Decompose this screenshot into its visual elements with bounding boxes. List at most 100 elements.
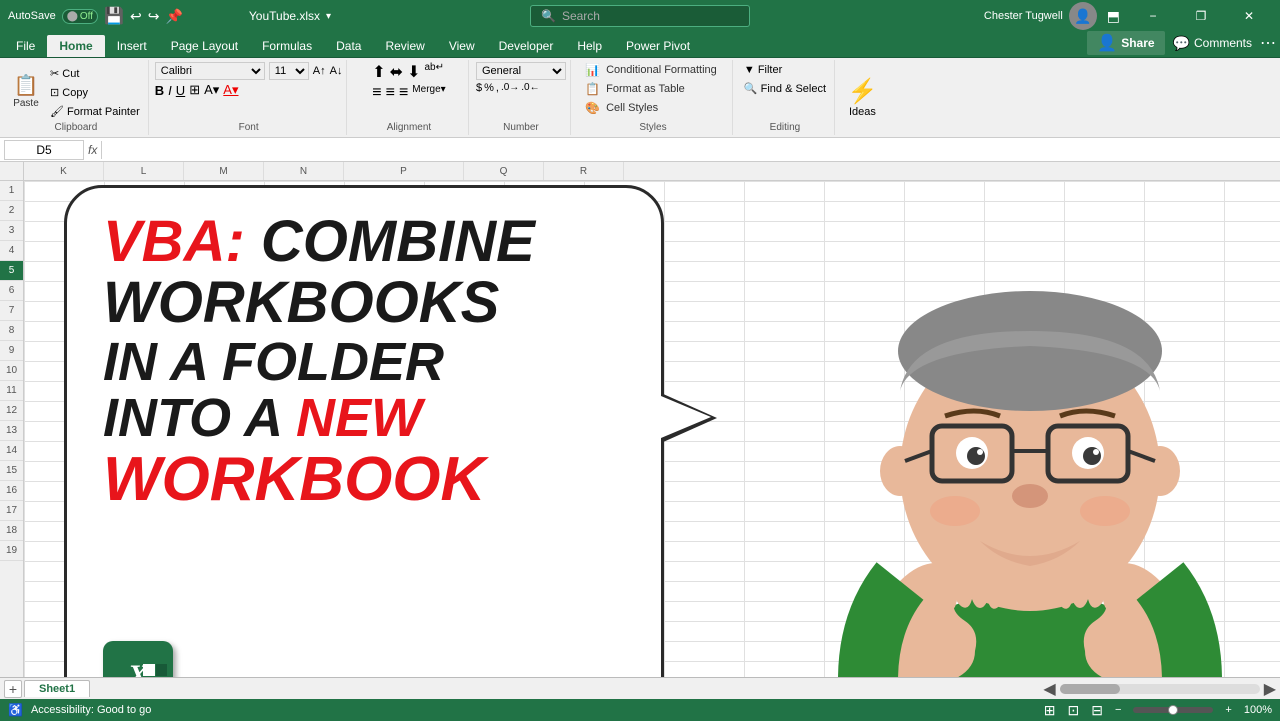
row-num-16[interactable]: 16: [0, 481, 23, 501]
percent-button[interactable]: %: [484, 82, 494, 94]
wrap-text-icon[interactable]: ab↵: [424, 62, 444, 82]
align-middle-icon[interactable]: ⬌: [390, 62, 403, 82]
undo-icon[interactable]: ↩: [130, 8, 142, 25]
decrease-font-icon[interactable]: A↓: [330, 65, 343, 77]
align-bottom-icon[interactable]: ⬇: [407, 62, 420, 82]
increase-decimal-button[interactable]: .0→: [501, 82, 519, 94]
row-num-4[interactable]: 4: [0, 241, 23, 261]
font-family-select[interactable]: Calibri: [155, 62, 265, 80]
cell-styles-button[interactable]: Cell Styles: [602, 100, 662, 116]
col-header-r[interactable]: R: [544, 162, 624, 180]
cell-reference[interactable]: [4, 140, 84, 160]
cut-button[interactable]: ✂ Cut: [46, 65, 144, 82]
row-num-3[interactable]: 3: [0, 221, 23, 241]
window-controls[interactable]: − ❐ ✕: [1130, 0, 1272, 32]
row-num-2[interactable]: 2: [0, 201, 23, 221]
row-num-1[interactable]: 1: [0, 181, 23, 201]
align-top-icon[interactable]: ⬆: [372, 62, 385, 82]
formula-input[interactable]: [106, 141, 1276, 159]
autosave-toggle[interactable]: ⬤ Off: [62, 9, 98, 24]
tab-page-layout[interactable]: Page Layout: [159, 35, 250, 57]
align-center-icon[interactable]: ≡: [386, 84, 395, 102]
ideas-group[interactable]: ⚡ Ideas: [837, 60, 887, 135]
zoom-in-icon[interactable]: +: [1225, 704, 1231, 716]
row-num-6[interactable]: 6: [0, 281, 23, 301]
copy-button[interactable]: ⊡ Copy: [46, 84, 144, 101]
row-num-5[interactable]: 5: [0, 261, 23, 281]
comma-button[interactable]: ,: [496, 82, 499, 94]
row-num-18[interactable]: 18: [0, 521, 23, 541]
restore-button[interactable]: ❐: [1178, 0, 1224, 32]
decrease-decimal-button[interactable]: .0←: [521, 82, 539, 94]
minimize-button[interactable]: −: [1130, 0, 1176, 32]
border-button[interactable]: ⊞: [189, 82, 200, 98]
row-num-12[interactable]: 12: [0, 401, 23, 421]
currency-button[interactable]: $: [476, 82, 482, 94]
share-button[interactable]: 👤 Share: [1087, 31, 1164, 55]
dropdown-arrow-icon[interactable]: ▾: [326, 11, 331, 22]
font-color-button[interactable]: A▾: [223, 82, 238, 98]
font-size-select[interactable]: 11: [269, 62, 309, 80]
tab-view[interactable]: View: [437, 35, 487, 57]
col-header-l[interactable]: L: [104, 162, 184, 180]
horizontal-scrollbar[interactable]: ◀ ▶: [94, 679, 1280, 699]
tab-data[interactable]: Data: [324, 35, 373, 57]
zoom-thumb[interactable]: [1168, 705, 1178, 715]
view-break-icon[interactable]: ⊟: [1091, 702, 1103, 719]
row-num-11[interactable]: 11: [0, 381, 23, 401]
fill-color-button[interactable]: A▾: [204, 82, 219, 98]
redo-icon[interactable]: ↪: [148, 8, 160, 25]
bold-button[interactable]: B: [155, 83, 164, 98]
tab-review[interactable]: Review: [373, 35, 436, 57]
tab-power-pivot[interactable]: Power Pivot: [614, 35, 702, 57]
pin-icon[interactable]: 📌: [165, 8, 182, 25]
row-num-10[interactable]: 10: [0, 361, 23, 381]
scroll-thumb[interactable]: [1060, 684, 1120, 694]
scroll-right-icon[interactable]: ▶: [1264, 679, 1276, 699]
sheet-tab-sheet1[interactable]: Sheet1: [24, 680, 90, 697]
scroll-track[interactable]: [1060, 684, 1260, 694]
col-header-m[interactable]: M: [184, 162, 264, 180]
tab-formulas[interactable]: Formulas: [250, 35, 324, 57]
conditional-formatting-button[interactable]: Conditional Formatting: [602, 62, 721, 78]
collapse-ribbon-icon[interactable]: ⬒: [1107, 8, 1120, 25]
italic-button[interactable]: I: [168, 83, 172, 98]
add-sheet-button[interactable]: +: [4, 680, 22, 698]
col-header-n[interactable]: N: [264, 162, 344, 180]
underline-button[interactable]: U: [176, 83, 185, 98]
row-num-19[interactable]: 19: [0, 541, 23, 561]
avatar[interactable]: 👤: [1069, 2, 1097, 30]
row-num-13[interactable]: 13: [0, 421, 23, 441]
find-select-button[interactable]: 🔍 Find & Select: [740, 80, 830, 97]
tab-insert[interactable]: Insert: [105, 35, 159, 57]
format-painter-button[interactable]: 🖌 Format Painter: [46, 103, 144, 120]
align-left-icon[interactable]: ≡: [372, 84, 381, 102]
row-num-8[interactable]: 8: [0, 321, 23, 341]
comments-button[interactable]: 💬 Comments: [1173, 35, 1252, 52]
increase-font-icon[interactable]: A↑: [313, 65, 326, 77]
save-icon[interactable]: 💾: [104, 6, 124, 26]
tab-help[interactable]: Help: [565, 35, 614, 57]
scroll-left-icon[interactable]: ◀: [1043, 679, 1055, 699]
align-right-icon[interactable]: ≡: [399, 84, 408, 102]
zoom-out-icon[interactable]: −: [1115, 704, 1121, 716]
row-num-15[interactable]: 15: [0, 461, 23, 481]
col-header-k[interactable]: K: [24, 162, 104, 180]
tab-developer[interactable]: Developer: [487, 35, 566, 57]
overflow-icon[interactable]: ⋯: [1260, 33, 1276, 53]
row-num-14[interactable]: 14: [0, 441, 23, 461]
zoom-slider[interactable]: [1133, 707, 1213, 713]
view-layout-icon[interactable]: ⊡: [1068, 702, 1080, 719]
close-button[interactable]: ✕: [1226, 0, 1272, 32]
format-table-button[interactable]: Format as Table: [602, 81, 689, 97]
col-header-q[interactable]: Q: [464, 162, 544, 180]
merge-center-button[interactable]: Merge▾: [412, 84, 445, 102]
filter-button[interactable]: ▼ Filter: [740, 62, 830, 78]
paste-button[interactable]: 📋 Paste: [8, 74, 44, 111]
view-normal-icon[interactable]: ⊞: [1044, 702, 1056, 719]
tab-home[interactable]: Home: [47, 35, 104, 57]
row-num-7[interactable]: 7: [0, 301, 23, 321]
col-header-p[interactable]: P: [344, 162, 464, 180]
row-num-9[interactable]: 9: [0, 341, 23, 361]
row-num-17[interactable]: 17: [0, 501, 23, 521]
